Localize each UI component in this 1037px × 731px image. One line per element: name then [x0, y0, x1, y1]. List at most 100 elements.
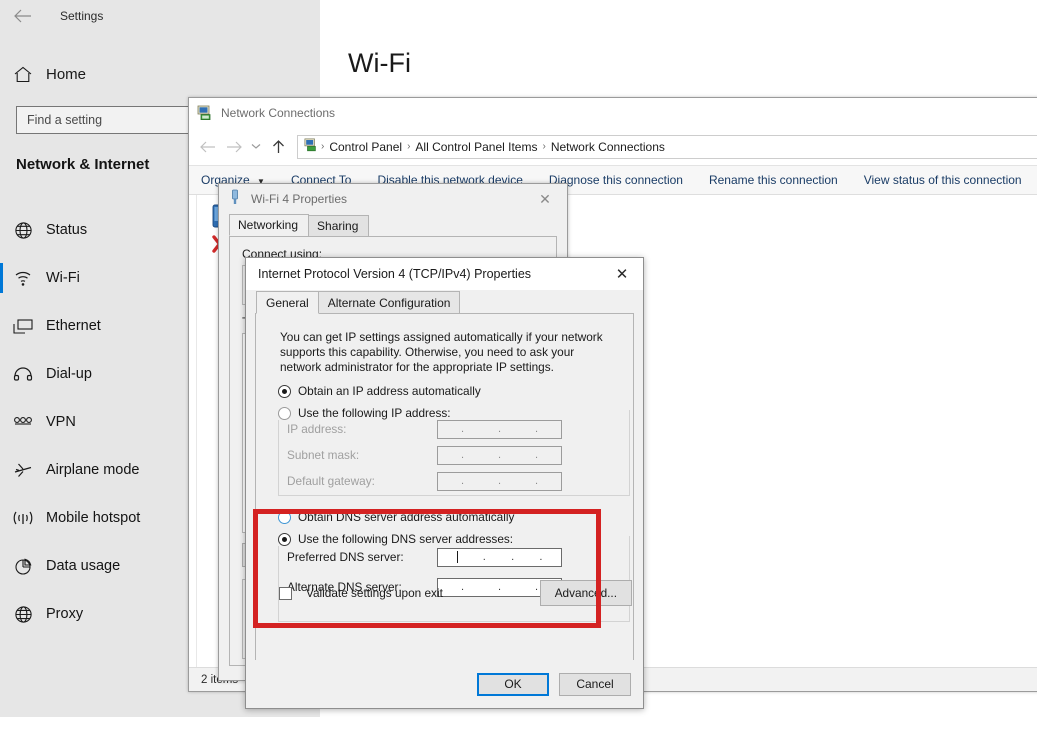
radio-obtain-dns-automatically[interactable]: Obtain DNS server address automatically [278, 510, 514, 524]
octet-separator: . [461, 476, 464, 487]
tab-alternate-configuration[interactable]: Alternate Configuration [318, 291, 461, 313]
screen-root: Settings Home Find a setting Network & I… [0, 0, 1037, 731]
ok-button[interactable]: OK [477, 673, 549, 696]
explorer-titlebar: Network Connections [189, 98, 1037, 128]
close-icon[interactable]: ✕ [523, 184, 567, 214]
dns-fieldset: Preferred DNS server: . . . Alternate DN… [278, 536, 630, 622]
advanced-button[interactable]: Advanced... [540, 580, 632, 606]
radio-button[interactable] [278, 511, 291, 524]
sidebar-item-label: Status [46, 222, 87, 238]
close-icon[interactable]: ✕ [601, 258, 643, 290]
text-cursor [457, 551, 458, 563]
sidebar-item-label: Proxy [46, 606, 83, 622]
validate-settings-checkbox-row[interactable]: Validate settings upon exit [279, 586, 443, 600]
network-connections-icon [304, 138, 318, 155]
back-arrow-icon[interactable] [195, 134, 221, 160]
breadcrumb-item-all-control-panel-items[interactable]: All Control Panel Items [411, 140, 541, 154]
nav-accent-bar [0, 503, 3, 533]
tab-sharing[interactable]: Sharing [308, 215, 369, 236]
sidebar-section-header: Network & Internet [16, 156, 149, 173]
subnet-mask-input: . . . [437, 446, 562, 465]
up-arrow-icon[interactable] [265, 134, 291, 160]
ipv4-general-panel: You can get IP settings assigned automat… [255, 313, 634, 663]
radio-label: Use the following DNS server addresses: [298, 532, 513, 546]
ip-address-label: IP address: [287, 422, 437, 436]
toolbar-view-status-button[interactable]: View status of this connection [864, 173, 1022, 187]
wifi-dialog-title: Wi-Fi 4 Properties [251, 192, 523, 206]
preferred-dns-input[interactable]: . . . [437, 548, 562, 567]
checkbox[interactable] [279, 587, 292, 600]
radio-use-following-dns[interactable]: Use the following DNS server addresses: [278, 532, 519, 546]
home-icon [0, 66, 46, 83]
nav-accent-bar [0, 311, 3, 341]
radio-obtain-ip-automatically[interactable]: Obtain an IP address automatically [278, 384, 481, 398]
breadcrumb-item-network-connections[interactable]: Network Connections [547, 140, 669, 154]
breadcrumb-item-control-panel[interactable]: Control Panel [325, 140, 406, 154]
ipv4-description: You can get IP settings assigned automat… [270, 326, 619, 375]
toolbar-diagnose-button[interactable]: Diagnose this connection [549, 173, 683, 187]
sidebar-item-label: Wi-Fi [46, 270, 80, 286]
toolbar-rename-button[interactable]: Rename this connection [709, 173, 838, 187]
radio-button[interactable] [278, 407, 291, 420]
octet-separator: . [461, 424, 464, 435]
octet-separator: . [539, 552, 542, 563]
address-bar[interactable]: › Control Panel › All Control Panel Item… [297, 135, 1037, 159]
radio-button[interactable] [278, 533, 291, 546]
explorer-title: Network Connections [221, 106, 335, 120]
octet-separator: . [511, 552, 514, 563]
proxy-globe-icon [0, 605, 46, 624]
sidebar-item-label: Dial-up [46, 366, 92, 382]
bottom-strip [0, 717, 1037, 731]
subnet-mask-label: Subnet mask: [287, 448, 437, 462]
sidebar-item-label: Ethernet [46, 318, 101, 334]
sidebar-item-label: Mobile hotspot [46, 510, 140, 526]
radio-label: Obtain an IP address automatically [298, 384, 481, 398]
wifi-icon [0, 270, 46, 287]
airplane-icon [0, 461, 46, 479]
explorer-nav-pane [189, 195, 197, 690]
chevron-down-icon[interactable] [247, 134, 265, 160]
hotspot-icon [0, 510, 46, 527]
octet-separator: . [498, 424, 501, 435]
sidebar-home-label: Home [46, 66, 86, 83]
wifi-dialog-titlebar: Wi-Fi 4 Properties ✕ [219, 184, 567, 214]
forward-arrow-icon[interactable] [221, 134, 247, 160]
radio-use-following-ip[interactable]: Use the following IP address: [278, 406, 457, 420]
ip-address-fieldset: IP address: . . . Subnet mask: . . . [278, 410, 630, 496]
nav-accent-bar [0, 215, 3, 245]
dialup-icon [0, 366, 46, 382]
nav-accent-bar [0, 551, 3, 581]
tab-general[interactable]: General [256, 291, 319, 314]
ipv4-dialog-footer: OK Cancel [246, 660, 644, 708]
octet-separator: . [498, 450, 501, 461]
radio-label: Obtain DNS server address automatically [298, 510, 514, 524]
octet-separator: . [483, 552, 486, 563]
page-title: Wi-Fi [348, 48, 411, 79]
validate-settings-label: Validate settings upon exit [306, 586, 443, 600]
nav-accent-bar [0, 407, 3, 437]
field-row-subnet-mask: Subnet mask: . . . [279, 442, 629, 468]
octet-separator: . [535, 476, 538, 487]
tab-networking[interactable]: Networking [229, 214, 309, 236]
ipv4-properties-dialog: Internet Protocol Version 4 (TCP/IPv4) P… [245, 257, 644, 709]
cancel-button[interactable]: Cancel [559, 673, 631, 696]
ip-address-input: . . . [437, 420, 562, 439]
search-placeholder: Find a setting [27, 113, 102, 127]
usb-adapter-icon [229, 189, 243, 210]
octet-separator: . [498, 476, 501, 487]
data-usage-icon [0, 557, 46, 576]
octet-separator: . [461, 450, 464, 461]
network-connections-icon [197, 105, 213, 121]
sidebar-item-home[interactable]: Home [0, 56, 320, 92]
nav-accent-bar [0, 359, 3, 389]
sidebar-item-label: Data usage [46, 558, 120, 574]
radio-button[interactable] [278, 385, 291, 398]
ipv4-dialog-tabs: General Alternate Configuration [246, 290, 643, 313]
settings-titlebar: Settings [0, 0, 320, 32]
default-gateway-input: . . . [437, 472, 562, 491]
vpn-icon [0, 415, 46, 429]
field-row-default-gateway: Default gateway: . . . [279, 468, 629, 494]
back-arrow-icon[interactable] [0, 0, 46, 32]
octet-separator: . [535, 424, 538, 435]
field-row-preferred-dns: Preferred DNS server: . . . [279, 544, 629, 570]
